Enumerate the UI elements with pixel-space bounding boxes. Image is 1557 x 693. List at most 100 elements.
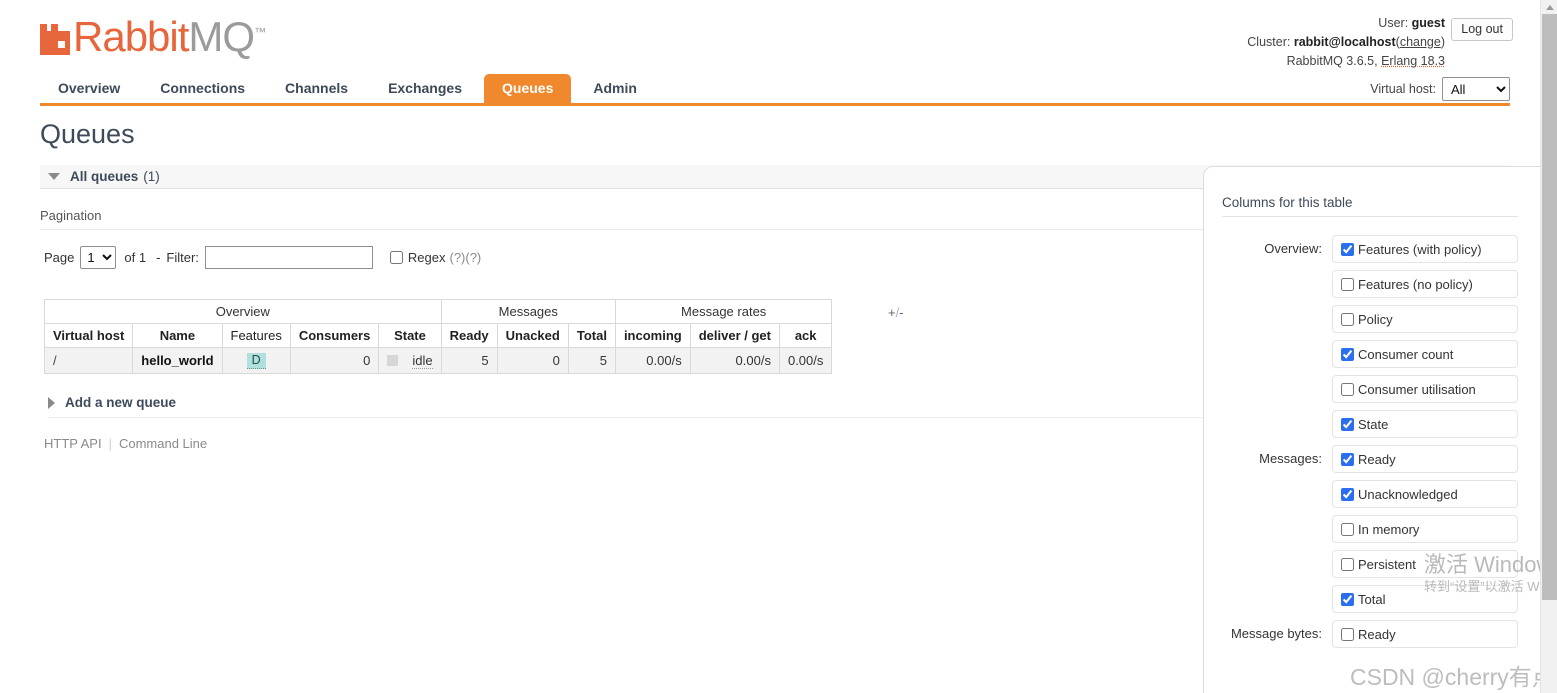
column-toggle-consumer-utilisation[interactable]: Consumer utilisation bbox=[1332, 375, 1518, 403]
cell-ready: 5 bbox=[440, 347, 498, 374]
virtual-host-label: Virtual host: bbox=[1370, 82, 1436, 96]
regex-option[interactable]: Regex (?) (?) bbox=[389, 250, 481, 265]
page-label: Page bbox=[44, 250, 75, 265]
checkbox-in-memory[interactable] bbox=[1341, 522, 1354, 536]
label-policy: Policy bbox=[1358, 311, 1393, 327]
column-toggle-persistent[interactable]: Persistent bbox=[1332, 550, 1518, 578]
col-state[interactable]: State bbox=[378, 323, 442, 348]
cell-name[interactable]: hello_world bbox=[132, 347, 223, 374]
checkbox-consumer-count[interactable] bbox=[1341, 347, 1354, 361]
column-toggle-ready[interactable]: Ready bbox=[1332, 445, 1518, 473]
columns-group-messages: Messages: Ready Unacknowledged In memory bbox=[1222, 445, 1518, 620]
page-select[interactable]: 1 bbox=[80, 246, 117, 269]
logo-word-rabbit: Rabbit bbox=[73, 13, 189, 60]
col-features[interactable]: Features bbox=[221, 323, 291, 348]
col-ack[interactable]: ack bbox=[778, 323, 833, 348]
command-line-link[interactable]: Command Line bbox=[119, 436, 207, 451]
columns-panel: Columns for this table Overview: Feature… bbox=[1203, 166, 1540, 693]
col-unacked[interactable]: Unacked bbox=[496, 323, 569, 348]
queue-name-link[interactable]: hello_world bbox=[141, 353, 213, 368]
column-toggle-features-with-policy[interactable]: Features (with policy) bbox=[1332, 235, 1518, 263]
checkbox-features-no-policy[interactable] bbox=[1341, 277, 1354, 291]
regex-help-icon-2[interactable]: (?) bbox=[465, 250, 481, 265]
add-queue-section[interactable]: Add a new queue bbox=[48, 395, 1206, 418]
column-toggle-features-no-policy[interactable]: Features (no policy) bbox=[1332, 270, 1518, 298]
nav-item-connections[interactable]: Connections bbox=[142, 74, 263, 103]
checkbox-persistent[interactable] bbox=[1341, 557, 1354, 571]
toggle-columns-control[interactable]: +/- bbox=[888, 305, 904, 320]
state-wrapper: idle bbox=[387, 353, 433, 369]
rabbitmq-version: RabbitMQ 3.6.5, bbox=[1286, 54, 1378, 68]
scrollbar-thumb[interactable] bbox=[1542, 14, 1557, 600]
checkbox-total[interactable] bbox=[1341, 592, 1354, 606]
label-total: Total bbox=[1358, 591, 1386, 607]
nav-item-admin[interactable]: Admin bbox=[575, 74, 655, 103]
queues-table-body: / hello_world D 0 idle 5 0 5 0.00/s 0.00… bbox=[43, 347, 833, 374]
column-toggle-state[interactable]: State bbox=[1332, 410, 1518, 438]
regex-help-icon[interactable]: (?) bbox=[449, 250, 465, 265]
label-consumer-count: Consumer count bbox=[1358, 346, 1454, 362]
logout-button[interactable]: Log out bbox=[1451, 18, 1513, 41]
erlang-version[interactable]: Erlang 18.3 bbox=[1381, 54, 1445, 68]
col-ready[interactable]: Ready bbox=[440, 323, 498, 348]
durable-badge[interactable]: D bbox=[246, 353, 266, 369]
nav-item-channels[interactable]: Channels bbox=[267, 74, 366, 103]
column-toggle-policy[interactable]: Policy bbox=[1332, 305, 1518, 333]
logo-wordmark: RabbitMQ™ bbox=[73, 11, 266, 58]
filter-label: Filter: bbox=[166, 250, 199, 265]
cell-deliver-get: 0.00/s bbox=[689, 347, 780, 374]
group-header-row: Overview Messages Message rates bbox=[44, 299, 833, 324]
checkbox-bytes-ready[interactable] bbox=[1341, 627, 1354, 641]
column-toggle-consumer-count[interactable]: Consumer count bbox=[1332, 340, 1518, 368]
virtual-host-select[interactable]: All bbox=[1442, 77, 1510, 101]
columns-items-overview: Features (with policy) Features (no poli… bbox=[1332, 235, 1518, 445]
col-incoming[interactable]: incoming bbox=[614, 323, 691, 348]
col-virtual-host[interactable]: Virtual host bbox=[43, 323, 134, 348]
checkbox-ready[interactable] bbox=[1341, 452, 1354, 466]
nav-item-overview[interactable]: Overview bbox=[40, 74, 138, 103]
cell-unacked: 0 bbox=[496, 347, 569, 374]
column-toggle-bytes-ready[interactable]: Ready bbox=[1332, 620, 1518, 648]
columns-group-label-overview: Overview: bbox=[1264, 241, 1322, 256]
cluster-value: rabbit@localhost bbox=[1293, 35, 1396, 49]
page-title: Queues bbox=[40, 119, 135, 149]
regex-checkbox[interactable] bbox=[389, 251, 403, 264]
chevron-right-icon[interactable] bbox=[48, 396, 55, 409]
nav-item-exchanges[interactable]: Exchanges bbox=[370, 74, 480, 103]
scroll-up-button[interactable] bbox=[1541, 0, 1557, 14]
vertical-scrollbar[interactable] bbox=[1540, 0, 1557, 693]
state-label[interactable]: idle bbox=[412, 353, 433, 369]
rabbitmq-logo[interactable]: RabbitMQ™ bbox=[40, 12, 266, 58]
checkbox-unacknowledged[interactable] bbox=[1341, 487, 1354, 501]
minus-icon[interactable]: - bbox=[899, 305, 903, 320]
plus-icon[interactable]: + bbox=[888, 305, 896, 320]
all-queues-label: All queues bbox=[70, 169, 139, 184]
add-queue-label: Add a new queue bbox=[65, 395, 177, 410]
column-toggle-total[interactable]: Total bbox=[1332, 585, 1518, 613]
checkbox-features-with-policy[interactable] bbox=[1341, 242, 1354, 256]
state-indicator-icon bbox=[387, 355, 399, 366]
http-api-link[interactable]: HTTP API bbox=[44, 436, 102, 451]
table-row[interactable]: / hello_world D 0 idle 5 0 5 0.00/s 0.00… bbox=[43, 347, 833, 374]
columns-group-label-messages: Messages: bbox=[1259, 451, 1322, 466]
chevron-down-icon[interactable] bbox=[48, 173, 60, 180]
col-name[interactable]: Name bbox=[132, 323, 223, 348]
column-toggle-in-memory[interactable]: In memory bbox=[1332, 515, 1518, 543]
col-deliver-get[interactable]: deliver / get bbox=[689, 323, 780, 348]
nav-item-queues[interactable]: Queues bbox=[484, 74, 572, 103]
change-cluster-link[interactable]: change bbox=[1400, 35, 1441, 49]
filter-input[interactable] bbox=[204, 246, 373, 269]
main-navigation: Overview Connections Channels Exchanges … bbox=[40, 74, 1510, 106]
group-header-messages: Messages bbox=[440, 299, 616, 324]
trademark-icon: ™ bbox=[254, 25, 267, 39]
checkbox-policy[interactable] bbox=[1341, 312, 1354, 326]
columns-group-overview: Overview: Features (with policy) Feature… bbox=[1222, 235, 1518, 445]
col-consumers[interactable]: Consumers bbox=[289, 323, 380, 348]
columns-group-label-message-bytes: Message bytes: bbox=[1230, 626, 1322, 641]
checkbox-consumer-utilisation[interactable] bbox=[1341, 382, 1354, 396]
checkbox-state[interactable] bbox=[1341, 417, 1354, 431]
chevron-up-icon bbox=[1545, 4, 1554, 10]
col-total[interactable]: Total bbox=[567, 323, 616, 348]
cell-ack: 0.00/s bbox=[778, 347, 833, 374]
column-toggle-unacknowledged[interactable]: Unacknowledged bbox=[1332, 480, 1518, 508]
